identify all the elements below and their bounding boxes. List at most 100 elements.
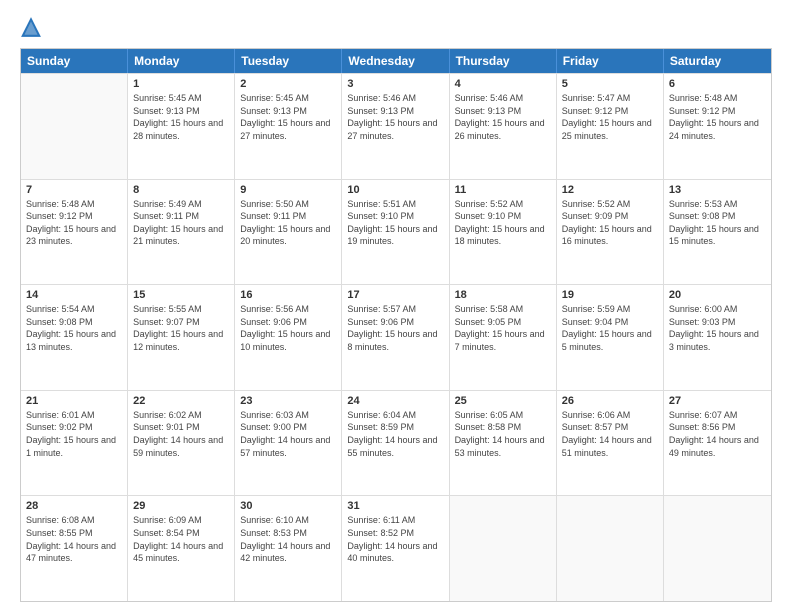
day-info: Sunrise: 6:10 AM Sunset: 8:53 PM Dayligh… xyxy=(240,514,336,564)
cal-cell-1-3: 10Sunrise: 5:51 AM Sunset: 9:10 PM Dayli… xyxy=(342,180,449,285)
cal-cell-4-2: 30 Sunrise: 6:10 AM Sunset: 8:53 PM Dayli… xyxy=(235,496,342,601)
col-thursday: Thursday xyxy=(450,49,557,73)
week-row-5: 28 Sunrise: 6:08 AM Sunset: 8:55 PM Dayli… xyxy=(21,495,771,601)
day-number: 6 xyxy=(669,78,766,90)
day-number: 22 xyxy=(133,395,229,407)
cal-cell-2-1: 15 Sunrise: 5:55 AM Sunset: 9:07 PM Dayli… xyxy=(128,285,235,390)
day-number: 23 xyxy=(240,395,336,407)
day-number: 9 xyxy=(240,184,336,196)
cal-cell-4-5 xyxy=(557,496,664,601)
day-number: 17 xyxy=(347,289,443,301)
day-info: Sunrise: 5:59 AM Sunset: 9:04 PM Dayligh… xyxy=(562,303,658,353)
day-number: 12 xyxy=(562,184,658,196)
cal-cell-2-4: 18 Sunrise: 5:58 AM Sunset: 9:05 PM Dayli… xyxy=(450,285,557,390)
day-number: 14 xyxy=(26,289,122,301)
cal-cell-0-0 xyxy=(21,74,128,179)
cal-cell-2-6: 20 Sunrise: 6:00 AM Sunset: 9:03 PM Dayli… xyxy=(664,285,771,390)
day-number: 2 xyxy=(240,78,336,90)
cal-cell-3-5: 26 Sunrise: 6:06 AM Sunset: 8:57 PM Dayli… xyxy=(557,391,664,496)
col-monday: Monday xyxy=(128,49,235,73)
day-number: 5 xyxy=(562,78,658,90)
cal-cell-1-5: 12 Sunrise: 5:52 AM Sunset: 9:09 PM Dayli… xyxy=(557,180,664,285)
day-info: Sunrise: 6:06 AM Sunset: 8:57 PM Dayligh… xyxy=(562,409,658,459)
cal-cell-3-4: 25Sunrise: 6:05 AM Sunset: 8:58 PM Dayli… xyxy=(450,391,557,496)
day-info: Sunrise: 5:49 AM Sunset: 9:11 PM Dayligh… xyxy=(133,198,229,248)
week-row-3: 14 Sunrise: 5:54 AM Sunset: 9:08 PM Dayli… xyxy=(21,284,771,390)
cal-cell-3-1: 22 Sunrise: 6:02 AM Sunset: 9:01 PM Dayli… xyxy=(128,391,235,496)
day-number: 7 xyxy=(26,184,122,196)
cal-cell-1-2: 9 Sunrise: 5:50 AM Sunset: 9:11 PM Daylig… xyxy=(235,180,342,285)
day-number: 19 xyxy=(562,289,658,301)
col-wednesday: Wednesday xyxy=(342,49,449,73)
cal-cell-1-0: 7 Sunrise: 5:48 AM Sunset: 9:12 PM Daylig… xyxy=(21,180,128,285)
day-info: Sunrise: 6:07 AM Sunset: 8:56 PM Dayligh… xyxy=(669,409,766,459)
day-info: Sunrise: 5:57 AM Sunset: 9:06 PM Dayligh… xyxy=(347,303,443,353)
day-number: 24 xyxy=(347,395,443,407)
day-info: Sunrise: 5:47 AM Sunset: 9:12 PM Dayligh… xyxy=(562,92,658,142)
cal-cell-2-5: 19 Sunrise: 5:59 AM Sunset: 9:04 PM Dayli… xyxy=(557,285,664,390)
day-info: Sunrise: 6:11 AM Sunset: 8:52 PM Dayligh… xyxy=(347,514,443,564)
day-info: Sunrise: 5:50 AM Sunset: 9:11 PM Dayligh… xyxy=(240,198,336,248)
cal-cell-0-5: 5 Sunrise: 5:47 AM Sunset: 9:12 PM Daylig… xyxy=(557,74,664,179)
cal-cell-0-4: 4 Sunrise: 5:46 AM Sunset: 9:13 PM Daylig… xyxy=(450,74,557,179)
calendar-body: 1 Sunrise: 5:45 AM Sunset: 9:13 PM Daylig… xyxy=(21,73,771,601)
day-info: Sunrise: 6:08 AM Sunset: 8:55 PM Dayligh… xyxy=(26,514,122,564)
header xyxy=(20,16,772,38)
day-info: Sunrise: 5:53 AM Sunset: 9:08 PM Dayligh… xyxy=(669,198,766,248)
day-info: Sunrise: 5:54 AM Sunset: 9:08 PM Dayligh… xyxy=(26,303,122,353)
day-info: Sunrise: 5:51 AM Sunset: 9:10 PM Dayligh… xyxy=(347,198,443,248)
day-number: 1 xyxy=(133,78,229,90)
cal-cell-1-1: 8 Sunrise: 5:49 AM Sunset: 9:11 PM Daylig… xyxy=(128,180,235,285)
day-info: Sunrise: 6:09 AM Sunset: 8:54 PM Dayligh… xyxy=(133,514,229,564)
page: Sunday Monday Tuesday Wednesday Thursday… xyxy=(0,0,792,612)
col-tuesday: Tuesday xyxy=(235,49,342,73)
day-number: 18 xyxy=(455,289,551,301)
day-info: Sunrise: 5:52 AM Sunset: 9:09 PM Dayligh… xyxy=(562,198,658,248)
day-number: 13 xyxy=(669,184,766,196)
week-row-4: 21 Sunrise: 6:01 AM Sunset: 9:02 PM Dayli… xyxy=(21,390,771,496)
cal-cell-4-4 xyxy=(450,496,557,601)
col-saturday: Saturday xyxy=(664,49,771,73)
cal-cell-0-6: 6Sunrise: 5:48 AM Sunset: 9:12 PM Daylig… xyxy=(664,74,771,179)
day-info: Sunrise: 6:05 AM Sunset: 8:58 PM Dayligh… xyxy=(455,409,551,459)
day-info: Sunrise: 5:56 AM Sunset: 9:06 PM Dayligh… xyxy=(240,303,336,353)
cal-cell-2-0: 14 Sunrise: 5:54 AM Sunset: 9:08 PM Dayli… xyxy=(21,285,128,390)
day-info: Sunrise: 6:01 AM Sunset: 9:02 PM Dayligh… xyxy=(26,409,122,459)
day-number: 4 xyxy=(455,78,551,90)
cal-cell-0-3: 3 Sunrise: 5:46 AM Sunset: 9:13 PM Daylig… xyxy=(342,74,449,179)
logo xyxy=(20,16,46,38)
col-friday: Friday xyxy=(557,49,664,73)
day-info: Sunrise: 5:58 AM Sunset: 9:05 PM Dayligh… xyxy=(455,303,551,353)
cal-cell-2-2: 16Sunrise: 5:56 AM Sunset: 9:06 PM Dayli… xyxy=(235,285,342,390)
day-number: 28 xyxy=(26,500,122,512)
day-info: Sunrise: 5:46 AM Sunset: 9:13 PM Dayligh… xyxy=(347,92,443,142)
cal-cell-2-3: 17 Sunrise: 5:57 AM Sunset: 9:06 PM Dayli… xyxy=(342,285,449,390)
day-number: 27 xyxy=(669,395,766,407)
day-number: 21 xyxy=(26,395,122,407)
day-info: Sunrise: 5:55 AM Sunset: 9:07 PM Dayligh… xyxy=(133,303,229,353)
day-info: Sunrise: 6:00 AM Sunset: 9:03 PM Dayligh… xyxy=(669,303,766,353)
cal-cell-4-1: 29 Sunrise: 6:09 AM Sunset: 8:54 PM Dayli… xyxy=(128,496,235,601)
day-number: 26 xyxy=(562,395,658,407)
cal-cell-3-6: 27 Sunrise: 6:07 AM Sunset: 8:56 PM Dayli… xyxy=(664,391,771,496)
calendar: Sunday Monday Tuesday Wednesday Thursday… xyxy=(20,48,772,602)
cal-cell-4-0: 28 Sunrise: 6:08 AM Sunset: 8:55 PM Dayli… xyxy=(21,496,128,601)
day-number: 29 xyxy=(133,500,229,512)
day-number: 3 xyxy=(347,78,443,90)
day-info: Sunrise: 5:45 AM Sunset: 9:13 PM Dayligh… xyxy=(133,92,229,142)
cal-cell-4-6 xyxy=(664,496,771,601)
day-number: 11 xyxy=(455,184,551,196)
day-info: Sunrise: 5:48 AM Sunset: 9:12 PM Dayligh… xyxy=(26,198,122,248)
day-number: 20 xyxy=(669,289,766,301)
day-number: 30 xyxy=(240,500,336,512)
day-number: 8 xyxy=(133,184,229,196)
cal-cell-0-2: 2Sunrise: 5:45 AM Sunset: 9:13 PM Daylig… xyxy=(235,74,342,179)
cal-cell-3-0: 21 Sunrise: 6:01 AM Sunset: 9:02 PM Dayli… xyxy=(21,391,128,496)
cal-cell-0-1: 1 Sunrise: 5:45 AM Sunset: 9:13 PM Daylig… xyxy=(128,74,235,179)
logo-icon xyxy=(20,16,42,38)
cal-cell-3-2: 23Sunrise: 6:03 AM Sunset: 9:00 PM Dayli… xyxy=(235,391,342,496)
calendar-header: Sunday Monday Tuesday Wednesday Thursday… xyxy=(21,49,771,73)
day-info: Sunrise: 6:02 AM Sunset: 9:01 PM Dayligh… xyxy=(133,409,229,459)
day-info: Sunrise: 5:46 AM Sunset: 9:13 PM Dayligh… xyxy=(455,92,551,142)
day-number: 15 xyxy=(133,289,229,301)
